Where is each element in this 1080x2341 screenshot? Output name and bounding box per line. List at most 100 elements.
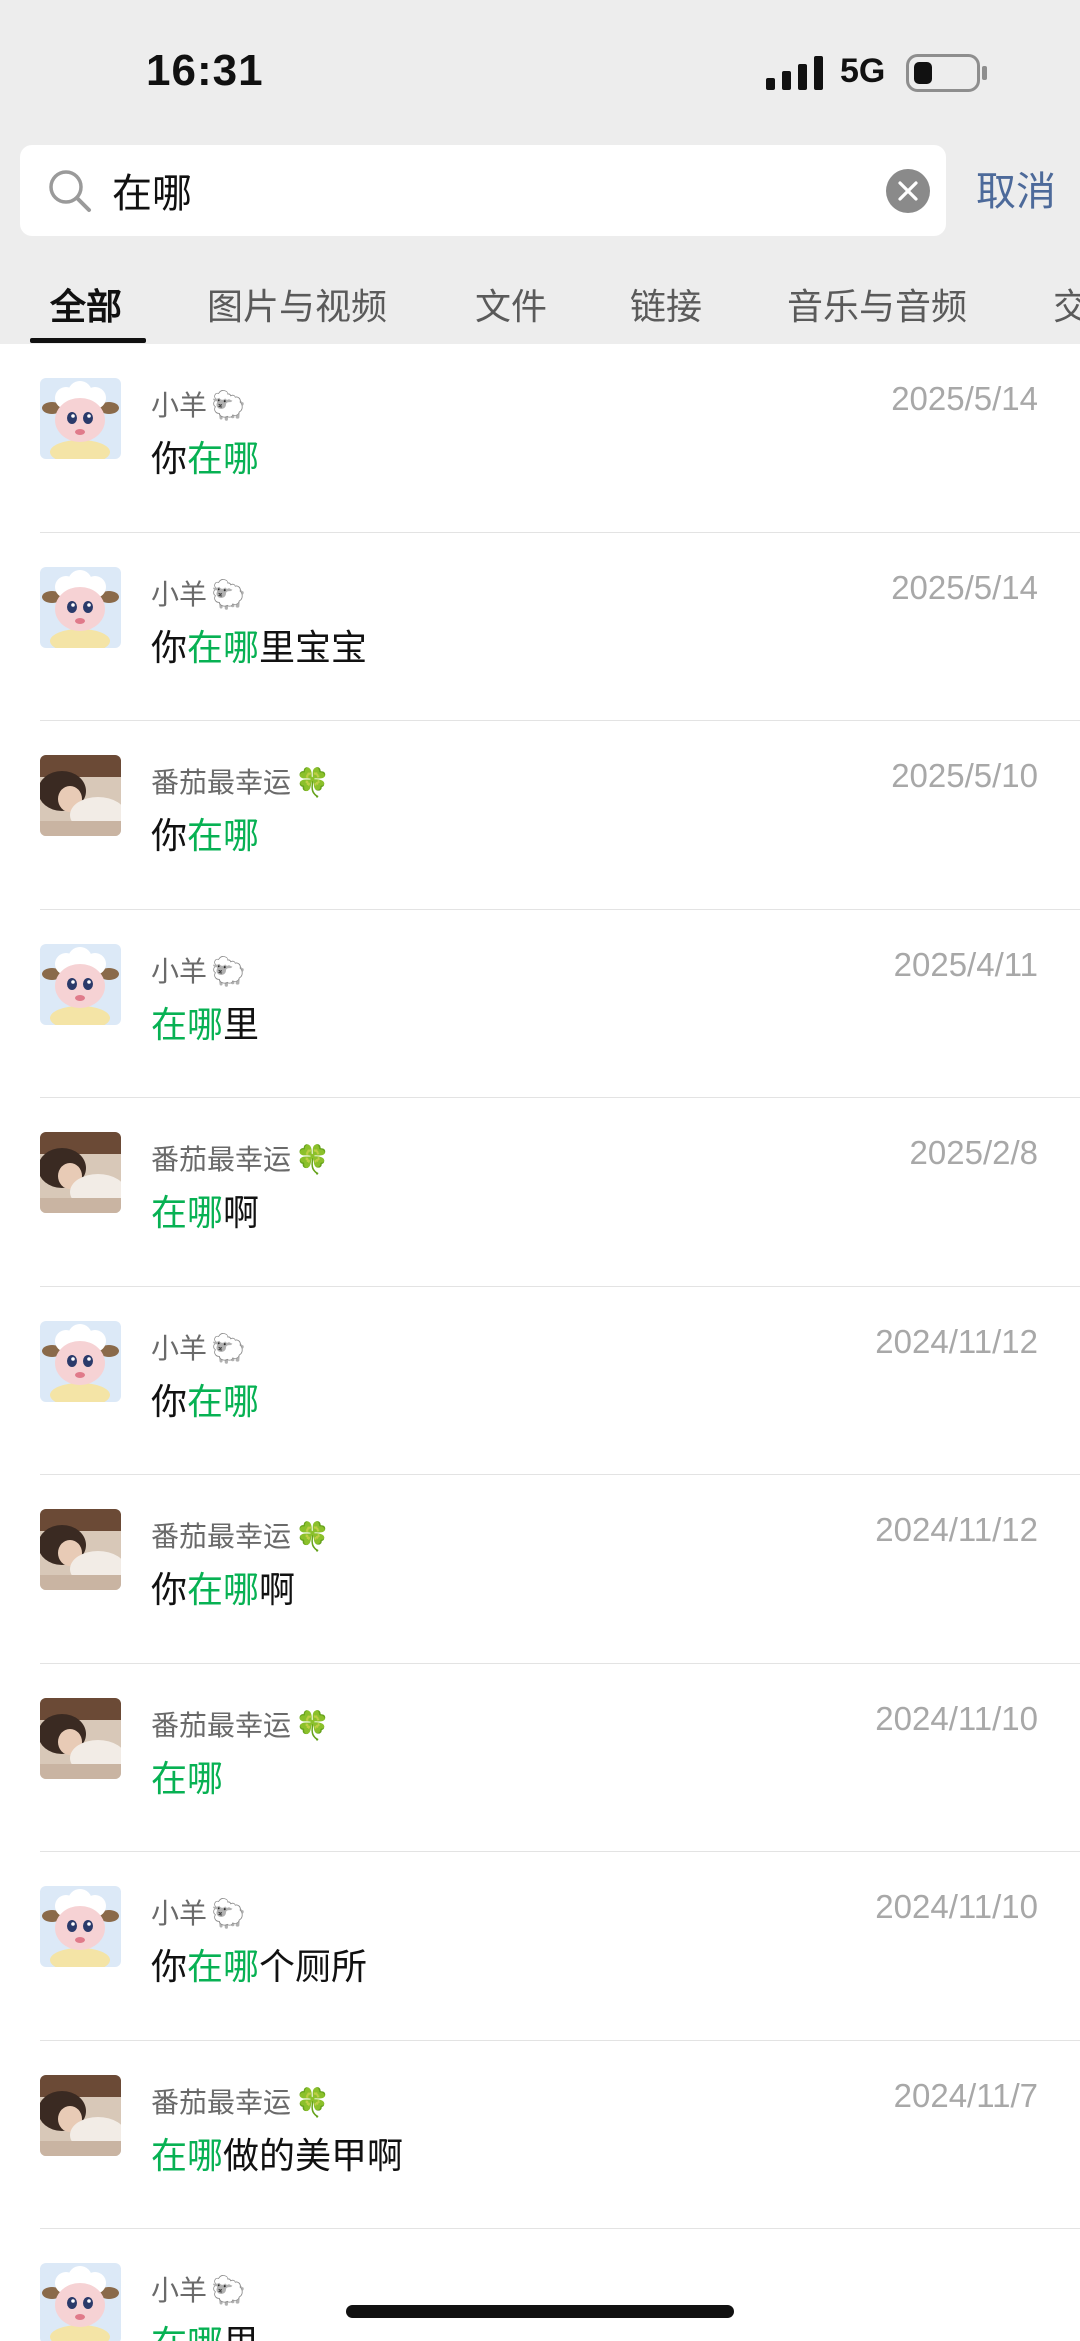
sender-name: 小羊 🐑 <box>151 950 246 990</box>
sender-name-text: 小羊 <box>151 1897 208 1930</box>
network-type: 5G <box>840 52 886 90</box>
message-text: 你在哪 <box>151 807 259 859</box>
result-item[interactable]: 小羊 🐑 2024/11/10 你在哪个厕所 <box>0 1852 1080 2041</box>
message-prefix: 你 <box>151 439 188 480</box>
message-prefix: 你 <box>151 1947 188 1988</box>
sheep-avatar[interactable] <box>40 566 121 648</box>
photo-avatar[interactable] <box>40 755 121 836</box>
tab-all[interactable]: 全部 <box>50 278 122 330</box>
message-keyword-highlight: 在哪 <box>187 439 260 480</box>
photo-avatar[interactable] <box>40 1132 121 1213</box>
message-keyword-highlight: 在哪 <box>151 1758 224 1800</box>
message-prefix: 你 <box>151 1381 188 1423</box>
status-bar: 16:31 5G <box>0 0 1080 140</box>
search-field[interactable] <box>20 145 946 236</box>
sender-name-text: 小羊 <box>151 1331 208 1365</box>
search-icon <box>46 167 94 215</box>
tab-more[interactable]: 交 <box>1053 278 1080 330</box>
sender-name: 番茄最幸运 🍀 <box>151 2081 330 2121</box>
message-keyword-highlight: 在哪 <box>151 1004 224 1046</box>
cancel-button[interactable]: 取消 <box>976 159 1056 217</box>
message-prefix: 你 <box>151 627 188 669</box>
message-date: 2025/5/14 <box>891 380 1038 417</box>
tab-music-audio[interactable]: 音乐与音频 <box>787 278 967 330</box>
sender-name-text: 番茄最幸运 <box>151 1708 292 1742</box>
result-item[interactable]: 番茄最幸运 🍀 2024/11/7 在哪做的美甲啊 <box>0 2041 1080 2230</box>
message-keyword-highlight: 在哪 <box>187 1947 260 1988</box>
message-suffix: 里 <box>223 1004 260 1046</box>
message-date: 2024/11/10 <box>875 1699 1038 1737</box>
message-prefix: 你 <box>151 816 188 857</box>
result-item[interactable]: 小羊 🐑 2025/5/14 你在哪 <box>0 344 1080 533</box>
result-item[interactable]: 小羊 🐑 2024/11/12 你在哪 <box>0 1287 1080 1476</box>
tab-links[interactable]: 链接 <box>630 278 702 330</box>
message-text: 在哪 <box>151 1750 223 1802</box>
sender-name: 番茄最幸运 🍀 <box>151 1515 330 1555</box>
search-bar: 取消 <box>0 145 1080 237</box>
filter-tabs: 全部 图片与视频 文件 链接 音乐与音频 交 <box>0 270 1080 344</box>
sheep-avatar[interactable] <box>40 943 121 1025</box>
header: 16:31 5G 在哪 取消 全部 图片与视频 文件 链接 音乐与音频 交 <box>0 0 1080 344</box>
result-item[interactable]: 番茄最幸运 🍀 2024/11/12 你在哪啊 <box>0 1475 1080 1664</box>
sheep-avatar[interactable] <box>40 1320 121 1402</box>
result-item[interactable]: 番茄最幸运 🍀 2024/11/10 在哪 <box>0 1664 1080 1853</box>
sender-emoji: 🐑 <box>211 1331 246 1365</box>
sender-emoji: 🍀 <box>295 766 330 799</box>
message-suffix: 做的美甲啊 <box>223 2135 404 2177</box>
home-indicator[interactable] <box>346 2305 734 2318</box>
sender-name: 小羊 🐑 <box>151 573 246 613</box>
result-item[interactable]: 小羊 🐑 2025/5/14 你在哪里宝宝 <box>0 533 1080 722</box>
battery-icon <box>906 54 988 92</box>
sender-emoji: 🍀 <box>295 1520 330 1553</box>
message-date: 2024/11/10 <box>875 1888 1038 1925</box>
active-tab-indicator <box>30 338 146 343</box>
message-text: 在哪啊 <box>151 1184 259 1236</box>
message-date: 2024/11/12 <box>875 1322 1038 1360</box>
message-keyword-highlight: 在哪 <box>187 627 260 669</box>
sender-name-text: 番茄最幸运 <box>151 766 292 799</box>
photo-avatar[interactable] <box>40 1509 121 1590</box>
sheep-avatar[interactable] <box>40 2263 121 2341</box>
message-keyword-highlight: 在哪 <box>187 816 260 857</box>
sheep-avatar[interactable] <box>40 378 121 459</box>
sender-emoji: 🐑 <box>211 1897 246 1930</box>
result-item[interactable]: 番茄最幸运 🍀 2025/5/10 你在哪 <box>0 721 1080 910</box>
sender-emoji: 🐑 <box>211 577 246 611</box>
message-suffix: 里 <box>223 2324 259 2341</box>
sender-emoji: 🍀 <box>295 1708 330 1742</box>
photo-avatar[interactable] <box>40 2074 121 2156</box>
clear-icon[interactable] <box>886 169 930 213</box>
message-text: 你在哪 <box>151 430 259 482</box>
result-item[interactable]: 小羊 🐑 2025/4/11 在哪里 <box>0 910 1080 1099</box>
sender-name-text: 番茄最幸运 <box>151 1520 292 1553</box>
sender-name-text: 小羊 <box>151 389 208 422</box>
sender-name: 小羊 🐑 <box>151 384 246 424</box>
message-keyword-highlight: 在哪 <box>151 2135 224 2177</box>
sender-name: 番茄最幸运 🍀 <box>151 1704 330 1744</box>
tab-files[interactable]: 文件 <box>475 278 547 330</box>
result-item[interactable]: 小羊🐑 在哪里 <box>0 2229 1080 2341</box>
tab-images-videos[interactable]: 图片与视频 <box>207 278 387 330</box>
sheep-avatar[interactable] <box>40 1886 121 1967</box>
sender-name: 小羊 🐑 <box>151 1327 246 1367</box>
message-keyword-highlight: 在哪 <box>151 2324 223 2341</box>
message-date: 2025/2/8 <box>909 1134 1038 1171</box>
message-suffix: 啊 <box>223 1193 260 1234</box>
message-keyword-highlight: 在哪 <box>187 1570 260 1611</box>
result-item[interactable]: 番茄最幸运 🍀 2025/2/8 在哪啊 <box>0 1098 1080 1287</box>
message-text: 你在哪个厕所 <box>151 1938 367 1990</box>
message-date: 2025/5/10 <box>891 757 1038 794</box>
search-input[interactable] <box>112 161 872 219</box>
status-time: 16:31 <box>146 46 264 95</box>
message-text: 你在哪 <box>151 1373 259 1425</box>
sender-emoji: 🐑 <box>211 389 246 422</box>
sender-name: 番茄最幸运 🍀 <box>151 1138 330 1178</box>
sender-name: 小羊 🐑 <box>151 1892 246 1932</box>
photo-avatar[interactable] <box>40 1697 121 1779</box>
message-keyword-highlight: 在哪 <box>187 1381 260 1423</box>
message-text: 在哪里 <box>151 2315 259 2341</box>
sender-emoji: 🍀 <box>295 1143 330 1176</box>
message-suffix: 啊 <box>259 1570 296 1611</box>
sender-emoji: 🍀 <box>295 2085 330 2119</box>
message-date: 2025/5/14 <box>891 568 1038 606</box>
